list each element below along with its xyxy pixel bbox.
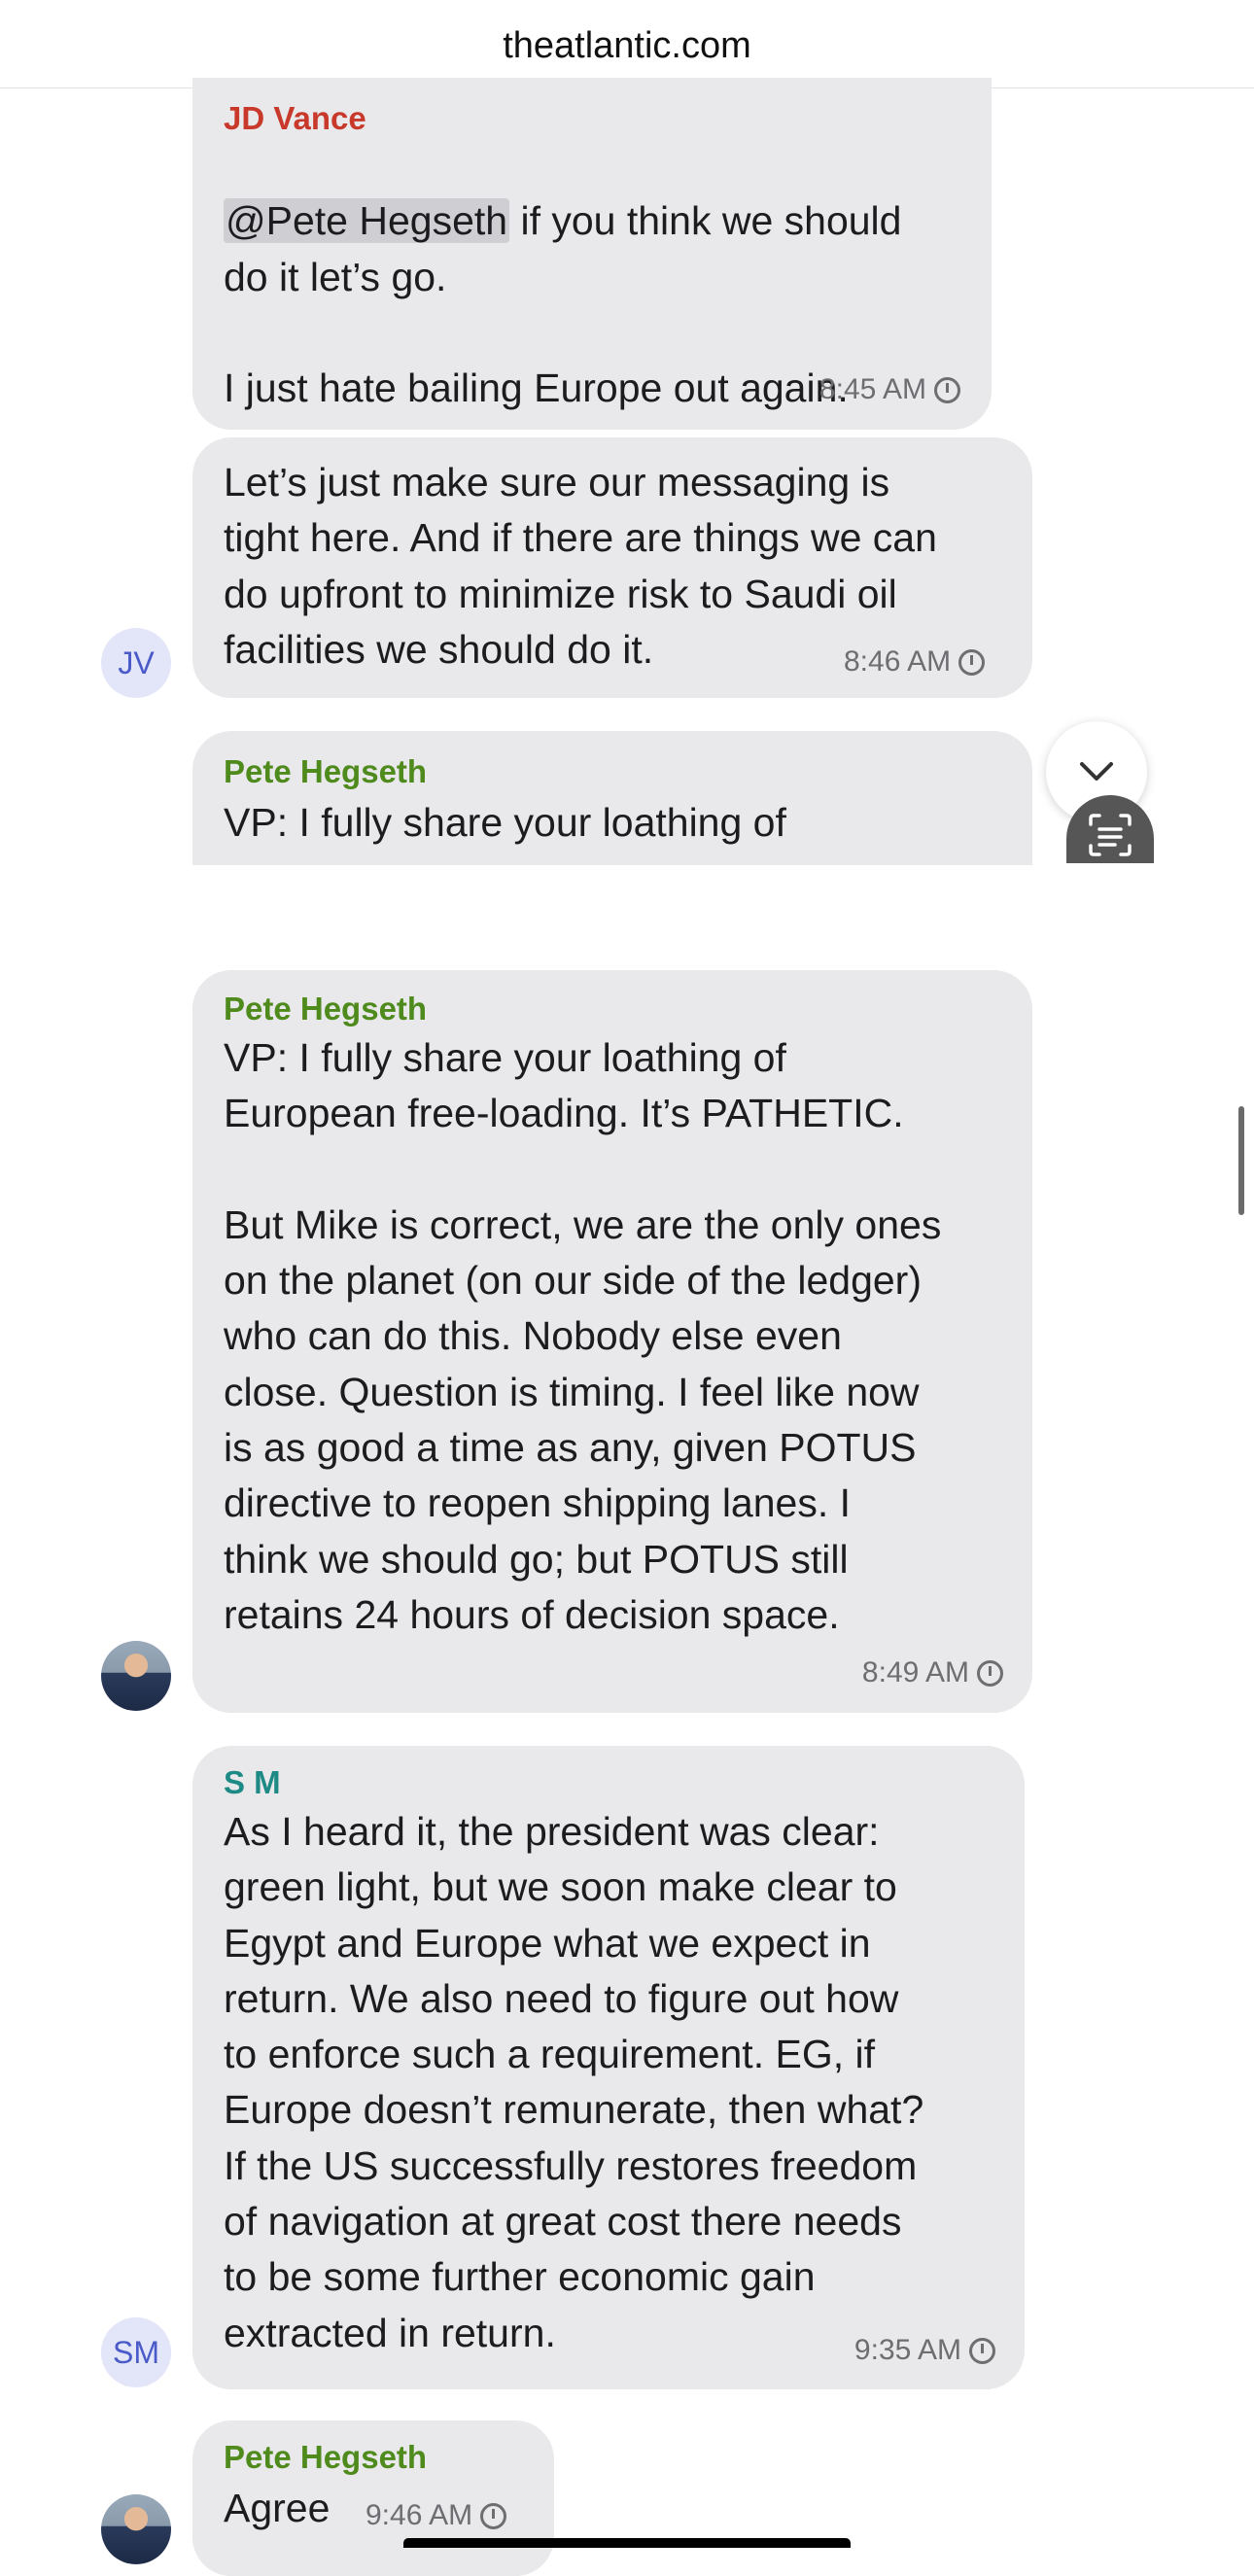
sender-name: Pete Hegseth [224,753,428,789]
clock-icon [958,648,986,676]
avatar[interactable]: JV [101,628,171,698]
message-text: As I heard it, the president was clear: … [224,1809,924,2355]
message-text: @Pete Hegseth if you think we should do … [224,198,902,411]
message-text: Let’s just make sure our messaging is ti… [224,460,937,672]
message-text: VP: I fully share your loathing of [224,800,786,845]
home-indicator [403,2538,851,2548]
clock-icon [977,1659,1003,1687]
clock-icon [969,2337,995,2364]
message-bubble: Pete Hegseth VP: I fully share your loat… [192,970,1032,1713]
timestamp: 8:46 AM [844,644,986,679]
message-bubble: Pete Hegseth Agree 9:46 AM [192,2420,554,2576]
chevron-down-icon [1080,762,1113,781]
message-bubble: JD Vance @Pete Hegseth if you think we s… [192,78,992,430]
sender-name: JD Vance [224,100,366,136]
message-bubble: Pete Hegseth VP: I fully share your loat… [192,731,1032,865]
avatar[interactable] [101,1641,171,1711]
scrollbar[interactable] [1238,1106,1244,1215]
upper-screenshot: JD Vance @Pete Hegseth if you think we s… [0,0,1254,865]
timestamp: 8:49 AM [862,1655,1003,1690]
message-bubble: S M As I heard it, the president was cle… [192,1746,1025,2389]
clock-icon [934,376,960,403]
sender-name: Pete Hegseth [224,2439,428,2475]
message-text: VP: I fully share your loathing of Europ… [224,1035,942,1637]
text-scan-icon [1089,814,1132,856]
mention[interactable]: @Pete Hegseth [224,198,510,244]
avatar[interactable]: SM [101,2317,171,2387]
sender-name: Pete Hegseth [224,991,428,1027]
timestamp: 9:35 AM [854,2333,995,2368]
clock-icon [480,2502,507,2529]
avatar[interactable] [101,2494,171,2564]
sender-name: S M [224,1764,281,1800]
timestamp: 8:45 AM [819,372,960,407]
timestamp: 9:46 AM [366,2498,507,2533]
message-text: Agree [224,2486,331,2530]
